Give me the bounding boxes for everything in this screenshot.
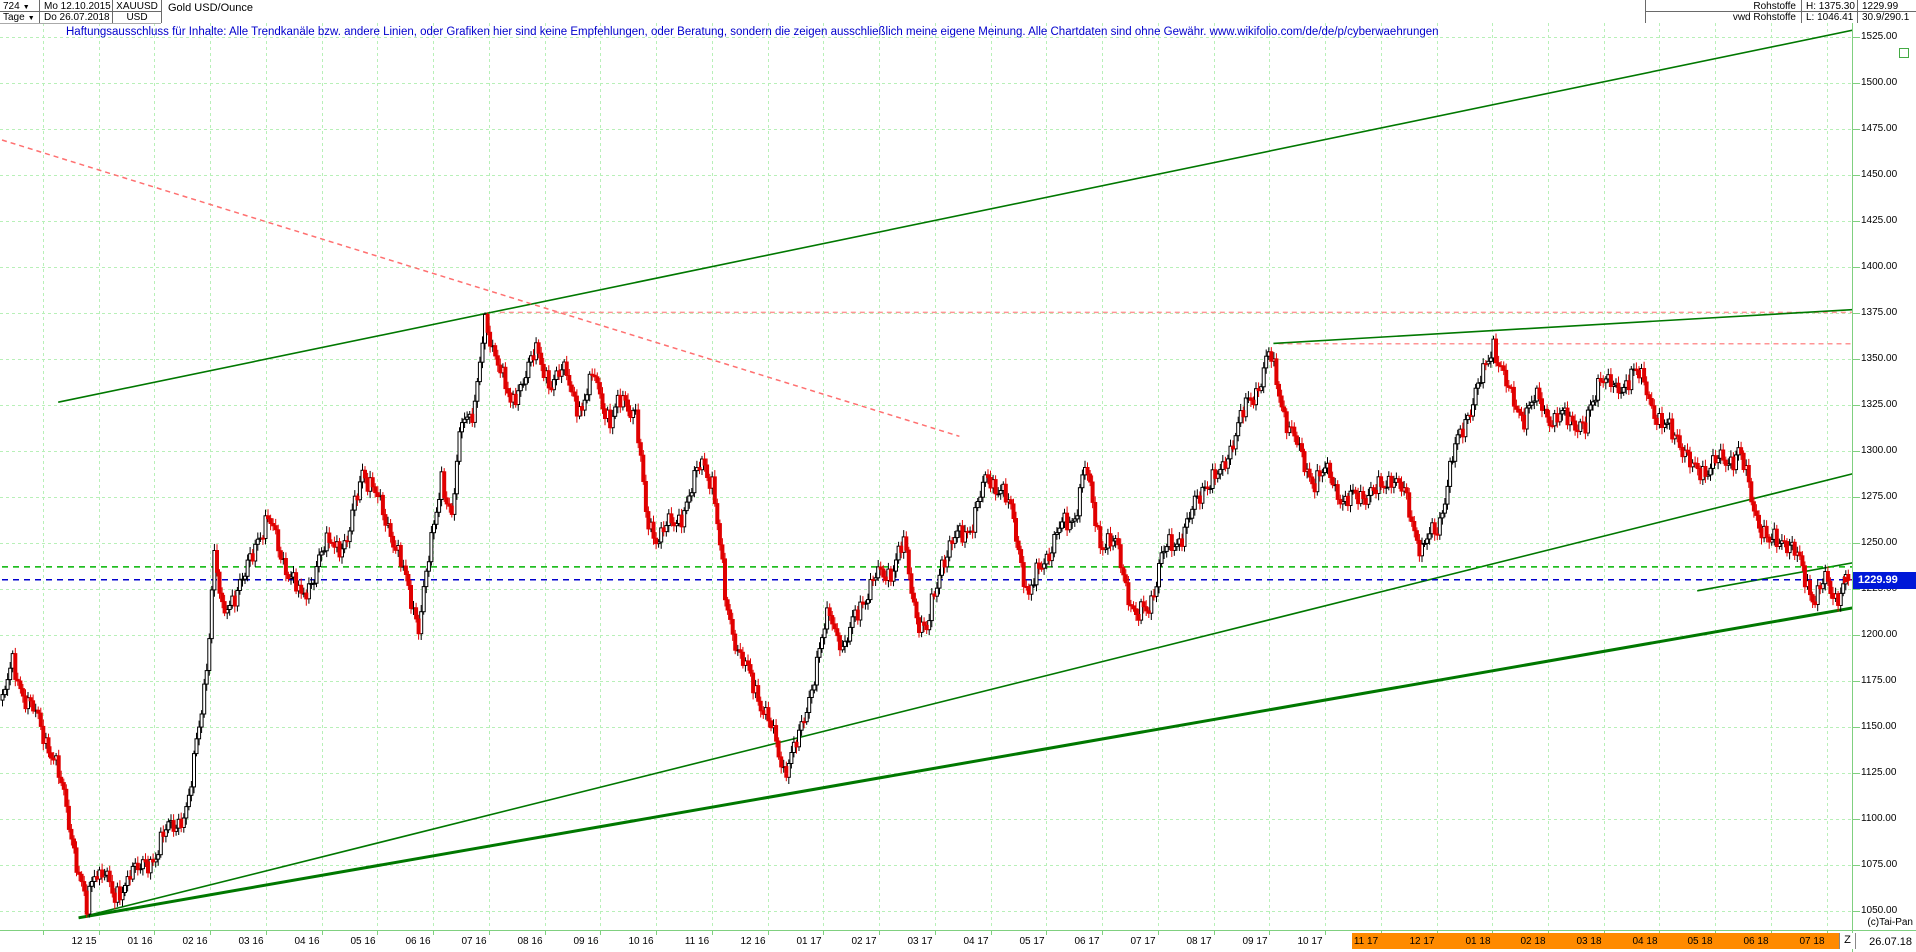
price-tick-label: 1525.00 — [1861, 31, 1898, 42]
month-label: 12 16 — [740, 936, 766, 947]
tops-connector — [1273, 308, 1852, 345]
price-tick-label: 1475.00 — [1861, 123, 1898, 134]
month-label: 06 18 — [1743, 936, 1769, 947]
month-label: 08 16 — [517, 936, 543, 947]
month-label: 01 18 — [1465, 936, 1491, 947]
month-label: 05 18 — [1687, 936, 1713, 947]
gridlines — [0, 23, 1852, 929]
month-label: 12 15 — [71, 936, 97, 947]
low-value-label: L: 1046.41 — [1806, 12, 1854, 23]
month-label: 11 16 — [684, 936, 710, 947]
month-label: 10 17 — [1297, 936, 1323, 947]
month-label: 05 16 — [350, 936, 376, 947]
header-row-divider — [1645, 11, 1916, 12]
footer-date-label: 26.07.18 — [1869, 936, 1912, 948]
price-tick-label: 1400.00 — [1861, 261, 1898, 272]
zoom-button[interactable]: Z — [1839, 933, 1856, 949]
month-label: 02 16 — [182, 936, 208, 947]
price-tick-label: 1100.00 — [1861, 813, 1897, 824]
tai-pan-chart-window: 724 ▼ Tage ▼ Mo 12.10.2015 Do 26.07.2018 X… — [0, 0, 1916, 952]
month-label: 07 16 — [461, 936, 487, 947]
month-label: 03 17 — [907, 936, 933, 947]
header-row-divider — [0, 11, 161, 12]
month-label: 02 17 — [851, 936, 877, 947]
currency-label: USD — [126, 12, 148, 23]
price-tick-label: 1150.00 — [1861, 721, 1897, 732]
price-tick-label: 1375.00 — [1861, 307, 1898, 318]
header-divider — [161, 0, 162, 23]
rising-channel-upper — [58, 29, 1852, 403]
end-date-label: Do 26.07.2018 — [44, 12, 110, 23]
collapse-icon[interactable] — [1899, 48, 1909, 58]
price-tick-label: 1275.00 — [1861, 491, 1898, 502]
price-tick-label: 1450.00 — [1861, 169, 1898, 180]
trend-lines — [1, 29, 1852, 920]
price-tick-label: 1425.00 — [1861, 215, 1898, 226]
dropdown-icon: ▼ — [22, 4, 30, 11]
month-label: 07 18 — [1799, 936, 1825, 947]
long-support-steep — [78, 473, 1852, 919]
price-tick-label: 1125.00 — [1861, 767, 1897, 778]
descending-resistance — [1, 139, 960, 438]
price-tick-label: 1050.00 — [1861, 905, 1898, 916]
price-tick-label: 1250.00 — [1861, 537, 1898, 548]
current-price-badge: 1229.99 — [1853, 572, 1916, 589]
month-label: 09 16 — [573, 936, 599, 947]
price-tick-label: 1500.00 — [1861, 77, 1898, 88]
month-label: 11 17 — [1353, 936, 1379, 947]
price-tick-label: 1200.00 — [1861, 629, 1898, 640]
copyright-label: (c)Tai-Pan — [1867, 917, 1913, 928]
month-label: 04 16 — [294, 936, 320, 947]
header-bottom-border — [0, 23, 161, 24]
month-label: 08 17 — [1186, 936, 1212, 947]
candles-up — [0, 312, 1848, 918]
long-support-thick — [78, 606, 1852, 920]
month-label: 05 17 — [1019, 936, 1045, 947]
change-info-label: 30.9/290.1 — [1862, 12, 1910, 23]
candlestick-chart-canvas[interactable] — [0, 0, 1916, 952]
month-label: 06 16 — [405, 936, 431, 947]
price-tick-label: 1075.00 — [1861, 859, 1898, 870]
dropdown-icon: ▼ — [27, 15, 35, 22]
chart-title: Gold USD/Ounce — [168, 2, 253, 14]
month-label: 03 18 — [1576, 936, 1602, 947]
month-label: 01 17 — [796, 936, 822, 947]
period-value: Tage — [3, 12, 25, 23]
price-tick-label: 1175.00 — [1861, 675, 1897, 686]
month-label: 02 18 — [1520, 936, 1546, 947]
month-label: 03 16 — [238, 936, 264, 947]
month-label: 04 17 — [963, 936, 989, 947]
axis-borders — [0, 23, 1916, 952]
month-label: 06 17 — [1074, 936, 1100, 947]
price-tick-label: 1350.00 — [1861, 353, 1898, 364]
month-label: 10 16 — [628, 936, 654, 947]
month-label: 09 17 — [1242, 936, 1268, 947]
price-tick-label: 1300.00 — [1861, 445, 1898, 456]
month-label: 12 17 — [1409, 936, 1435, 947]
price-tick-label: 1325.00 — [1861, 399, 1898, 410]
month-label: 07 17 — [1130, 936, 1156, 947]
disclaimer-text: Haftungsausschluss für Inhalte: Alle Tre… — [66, 26, 1439, 38]
month-label: 04 18 — [1632, 936, 1658, 947]
month-label: 01 16 — [127, 936, 153, 947]
data-source-label: vwd Rohstoffe — [1732, 12, 1796, 23]
